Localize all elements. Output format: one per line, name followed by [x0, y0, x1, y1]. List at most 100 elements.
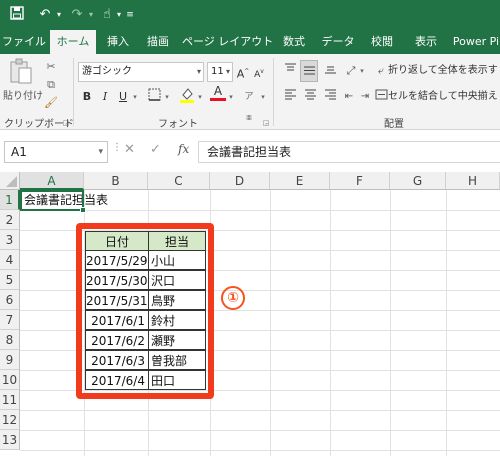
undo-dropdown-icon[interactable]: ▾	[54, 6, 64, 24]
format-painter-icon[interactable]: 🖌	[44, 94, 58, 112]
increase-indent-icon[interactable]: ⇥	[358, 88, 372, 106]
column-header-a[interactable]: A	[20, 172, 84, 190]
column-header-c[interactable]: C	[148, 172, 210, 190]
insert-function-icon[interactable]: fx	[178, 142, 189, 156]
paste-icon[interactable]	[6, 58, 36, 88]
font-color-icon[interactable]: A	[210, 84, 226, 102]
column-header-g[interactable]: G	[390, 172, 446, 190]
chevron-down-icon[interactable]: ▾	[196, 88, 204, 106]
cut-icon[interactable]: ✂	[44, 58, 58, 76]
merge-center-button[interactable]: セルを結合して中央揃え	[388, 88, 500, 106]
tab-draw[interactable]: 描画	[140, 30, 176, 54]
align-left-icon[interactable]	[282, 88, 298, 106]
row-header-1[interactable]: 1	[0, 190, 20, 210]
gridline	[270, 190, 271, 456]
tab-file[interactable]: ファイル	[0, 30, 48, 54]
ribbon: 貼り付け ✂ ⧉ 🖌 クリップボード ◲ 游ゴシック ▾ 11 ▾ A^ Av …	[0, 54, 500, 130]
row-header-8[interactable]: 8	[0, 330, 20, 350]
decrease-font-icon[interactable]: Av	[252, 63, 266, 81]
row-header-12[interactable]: 12	[0, 410, 20, 430]
row-header-11[interactable]: 11	[0, 390, 20, 410]
chevron-down-icon[interactable]: ▾	[358, 62, 366, 80]
tab-page-layout[interactable]: ページ レイアウト	[182, 30, 273, 54]
font-size-combo[interactable]: 11 ▾	[207, 62, 233, 82]
column-header-h[interactable]: H	[446, 172, 500, 190]
column-header-f[interactable]: F	[330, 172, 390, 190]
tab-formulas[interactable]: 数式	[276, 30, 312, 54]
fill-color-icon[interactable]	[178, 86, 196, 104]
chevron-down-icon[interactable]: ▾	[163, 88, 171, 106]
name-box[interactable]: A1 ▾	[4, 141, 108, 163]
redo-dropdown-icon[interactable]: ▾	[86, 6, 96, 24]
alignment-group-label: 配置	[384, 119, 404, 130]
align-bottom-icon[interactable]	[322, 62, 338, 80]
gridline	[446, 190, 447, 456]
font-launcher-icon[interactable]: ◲	[262, 114, 270, 132]
gridline	[20, 410, 500, 411]
underline-button[interactable]: U	[116, 88, 130, 106]
chevron-down-icon: ▾	[225, 67, 230, 76]
tab-power-pivot[interactable]: Power Pi	[452, 30, 500, 54]
column-header-e[interactable]: E	[270, 172, 330, 190]
row-header-4[interactable]: 4	[0, 250, 20, 270]
row-header-6[interactable]: 6	[0, 290, 20, 310]
save-icon[interactable]	[8, 6, 26, 24]
column-header-d[interactable]: D	[210, 172, 270, 190]
gridline	[330, 190, 331, 456]
wrap-text-button[interactable]: 折り返して全体を表示す	[388, 62, 500, 80]
copy-icon[interactable]: ⧉	[44, 76, 58, 94]
chevron-down-icon: ▾	[98, 147, 103, 157]
bold-button[interactable]: B	[80, 88, 94, 106]
chevron-down-icon[interactable]: ▾	[131, 88, 139, 106]
align-middle-icon[interactable]	[300, 60, 318, 82]
decrease-indent-icon[interactable]: ⇤	[342, 88, 356, 106]
font-name-combo[interactable]: 游ゴシック ▾	[78, 62, 204, 82]
chevron-down-icon[interactable]: ▾	[259, 88, 267, 106]
tab-view[interactable]: 表示	[408, 30, 444, 54]
tab-home[interactable]: ホーム	[50, 30, 96, 54]
formula-bar: A1 ▾ ⋮ ✕ ✓ fx 会議書記担当表	[0, 135, 500, 169]
formula-input[interactable]: 会議書記担当表	[198, 141, 500, 163]
chevron-down-icon: ▾	[196, 67, 201, 76]
row-header-9[interactable]: 9	[0, 350, 20, 370]
annotation-marker: ①	[221, 286, 245, 310]
align-center-icon[interactable]	[302, 88, 318, 106]
touch-dropdown-icon[interactable]: ▾	[114, 6, 124, 24]
increase-font-icon[interactable]: A^	[236, 63, 250, 81]
tab-review[interactable]: 校閲	[364, 30, 400, 54]
gridline	[20, 430, 500, 431]
align-right-icon[interactable]	[322, 88, 338, 106]
borders-icon[interactable]	[146, 88, 162, 106]
row-header-13[interactable]: 13	[0, 430, 20, 450]
wrap-text-icon[interactable]: ⤶	[374, 62, 388, 80]
font-group-label: フォント	[158, 119, 198, 130]
gridline	[390, 190, 391, 456]
column-header-b[interactable]: B	[84, 172, 148, 190]
row-header-7[interactable]: 7	[0, 310, 20, 330]
row-header-3[interactable]: 3	[0, 230, 20, 250]
italic-button[interactable]: I	[98, 88, 112, 106]
orientation-icon[interactable]: ⤢	[344, 62, 358, 80]
undo-icon[interactable]: ↶	[36, 6, 54, 24]
redo-icon[interactable]: ↷	[68, 6, 86, 24]
highlight-annotation-box	[76, 223, 214, 399]
gridline	[20, 450, 500, 451]
row-header-2[interactable]: 2	[0, 210, 20, 230]
fill-handle[interactable]	[80, 207, 86, 213]
cancel-icon[interactable]: ✕	[124, 142, 135, 157]
row-header-10[interactable]: 10	[0, 370, 20, 390]
tab-data[interactable]: データ	[318, 30, 358, 54]
merge-center-icon[interactable]	[374, 88, 388, 106]
font-color-swatch	[210, 98, 226, 101]
select-all-button[interactable]	[0, 172, 20, 190]
align-top-icon[interactable]	[282, 62, 298, 80]
customize-icon[interactable]: ≡	[124, 6, 136, 24]
chevron-down-icon[interactable]: ▾	[227, 88, 235, 106]
row-header-5[interactable]: 5	[0, 270, 20, 290]
worksheet-grid[interactable]: A B C D E F G H 1 2 3 4 5 6 7 8 9 10 11 …	[0, 172, 500, 456]
tab-insert[interactable]: 挿入	[100, 30, 136, 54]
clipboard-launcher-icon[interactable]: ◲	[62, 114, 70, 132]
paste-button[interactable]: 貼り付け	[2, 88, 44, 106]
enter-icon[interactable]: ✓	[150, 142, 161, 157]
phonetic-icon[interactable]: ア亜	[242, 88, 256, 122]
